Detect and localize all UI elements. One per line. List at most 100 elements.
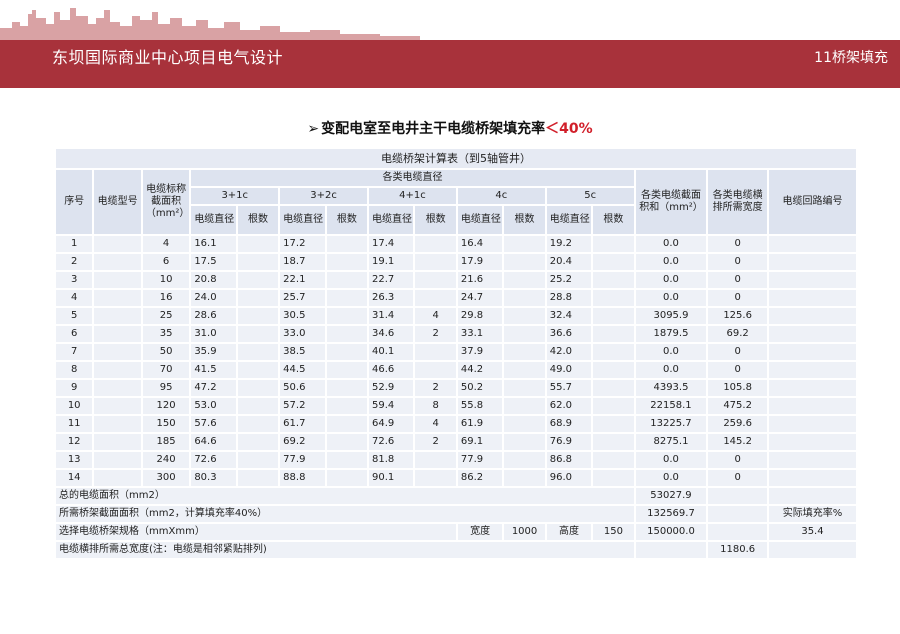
row-circuit xyxy=(768,254,856,270)
row-sum: 0.0 xyxy=(635,344,707,360)
row-diam-5c: 96.0 xyxy=(546,470,592,486)
row-width: 475.2 xyxy=(708,398,767,414)
row-count-5c xyxy=(593,470,634,486)
row-count-3p1c xyxy=(237,236,279,252)
empty-cell xyxy=(768,542,856,558)
row-diam-4p1c: 17.4 xyxy=(369,236,414,252)
row-circuit xyxy=(768,452,856,468)
row-area: 95 xyxy=(142,380,190,396)
row-diam-3p2c: 25.7 xyxy=(280,290,325,306)
row-width: 0 xyxy=(708,272,767,288)
row-count-4p1c xyxy=(415,236,456,252)
row-diam-4c: 21.6 xyxy=(457,272,503,288)
row-diam-4p1c: 40.1 xyxy=(369,344,414,360)
row-circuit xyxy=(768,290,856,306)
header-sub-count: 根数 xyxy=(326,206,368,234)
row-diam-4p1c: 72.6 xyxy=(369,434,414,450)
row-count-4c xyxy=(504,308,545,324)
row-diam-3p1c: 28.6 xyxy=(191,308,236,324)
row-diam-4c: 17.9 xyxy=(457,254,503,270)
row-seq: 10 xyxy=(56,398,93,414)
row-count-4p1c: 4 xyxy=(415,308,456,324)
table-row: 5 25 28.6 30.5 31.4 4 29.8 32.4 3095.9 125.6 xyxy=(56,308,856,324)
row-diam-5c: 49.0 xyxy=(546,362,592,378)
row-count-5c xyxy=(593,254,634,270)
summary-total-width-label: 电缆横排所需总宽度(注：电缆是相邻紧贴排列) xyxy=(56,542,634,558)
summary-required-area-label: 所需桥架截面面积（mm2，计算填充率40%） xyxy=(56,506,634,522)
row-diam-4c: 24.7 xyxy=(457,290,503,306)
row-width: 125.6 xyxy=(708,308,767,324)
row-area: 16 xyxy=(142,290,190,306)
row-count-5c xyxy=(593,326,634,342)
row-area: 10 xyxy=(142,272,190,288)
row-area: 70 xyxy=(142,362,190,378)
header-area: 电缆标称截面积（mm²） xyxy=(142,170,190,234)
row-diam-3p1c: 53.0 xyxy=(191,398,236,414)
row-area: 120 xyxy=(142,398,190,414)
row-count-3p2c xyxy=(326,434,368,450)
row-count-3p2c xyxy=(326,272,368,288)
row-model xyxy=(94,236,141,252)
cable-tray-table: 电缆桥架计算表（到5轴管井） 序号 电缆型号 电缆标称截面积（mm²） 各类电缆… xyxy=(54,147,858,560)
row-diam-4c: 55.8 xyxy=(457,398,503,414)
row-width: 0 xyxy=(708,254,767,270)
row-count-3p1c xyxy=(237,470,279,486)
empty-cell xyxy=(708,506,767,522)
row-count-4p1c xyxy=(415,290,456,306)
row-count-3p2c xyxy=(326,326,368,342)
row-count-4p1c: 4 xyxy=(415,416,456,432)
row-diam-5c: 55.7 xyxy=(546,380,592,396)
row-model xyxy=(94,452,141,468)
row-diam-5c: 42.0 xyxy=(546,344,592,360)
row-count-4p1c: 8 xyxy=(415,398,456,414)
row-sum: 22158.1 xyxy=(635,398,707,414)
row-diam-4p1c: 22.7 xyxy=(369,272,414,288)
row-diam-4p1c: 31.4 xyxy=(369,308,414,324)
row-seq: 1 xyxy=(56,236,93,252)
row-diam-3p2c: 88.8 xyxy=(280,470,325,486)
table-row: 7 50 35.9 38.5 40.1 37.9 42.0 0.0 0 xyxy=(56,344,856,360)
row-count-4c xyxy=(504,380,545,396)
row-diam-3p1c: 24.0 xyxy=(191,290,236,306)
row-area: 240 xyxy=(142,452,190,468)
row-diam-4p1c: 59.4 xyxy=(369,398,414,414)
header-group-4c: 4c xyxy=(457,188,545,204)
row-count-4c xyxy=(504,272,545,288)
row-area: 25 xyxy=(142,308,190,324)
row-count-5c xyxy=(593,308,634,324)
row-diam-3p2c: 30.5 xyxy=(280,308,325,324)
table-row: 3 10 20.8 22.1 22.7 21.6 25.2 0.0 0 xyxy=(56,272,856,288)
header-width: 各类电缆横排所需宽度 xyxy=(708,170,767,234)
empty-cell xyxy=(635,542,707,558)
row-diam-3p2c: 69.2 xyxy=(280,434,325,450)
row-diam-3p1c: 31.0 xyxy=(191,326,236,342)
row-circuit xyxy=(768,398,856,414)
heading-text: 变配电室至电井主干电缆桥架填充率 xyxy=(321,121,546,137)
row-model xyxy=(94,470,141,486)
row-count-3p1c xyxy=(237,326,279,342)
row-diam-3p1c: 57.6 xyxy=(191,416,236,432)
row-area: 150 xyxy=(142,416,190,432)
row-diam-4p1c: 64.9 xyxy=(369,416,414,432)
row-diam-4p1c: 90.1 xyxy=(369,470,414,486)
row-diam-3p2c: 77.9 xyxy=(280,452,325,468)
row-diam-3p1c: 72.6 xyxy=(191,452,236,468)
row-count-4c xyxy=(504,434,545,450)
row-circuit xyxy=(768,470,856,486)
row-diam-3p1c: 47.2 xyxy=(191,380,236,396)
row-diam-3p2c: 22.1 xyxy=(280,272,325,288)
table-row: 10 120 53.0 57.2 59.4 8 55.8 62.0 22158.1 475.2 xyxy=(56,398,856,414)
row-count-3p2c xyxy=(326,308,368,324)
row-count-5c xyxy=(593,272,634,288)
row-sum: 0.0 xyxy=(635,254,707,270)
row-count-3p2c xyxy=(326,452,368,468)
table-row: 1 4 16.1 17.2 17.4 16.4 19.2 0.0 0 xyxy=(56,236,856,252)
table-row: 9 95 47.2 50.6 52.9 2 50.2 55.7 4393.5 105.8 xyxy=(56,380,856,396)
row-count-5c xyxy=(593,398,634,414)
row-count-4p1c xyxy=(415,254,456,270)
row-count-4p1c: 2 xyxy=(415,326,456,342)
row-sum: 4393.5 xyxy=(635,380,707,396)
header-sub-count: 根数 xyxy=(504,206,545,234)
header-group-3p2c: 3+2c xyxy=(280,188,368,204)
row-diam-4c: 33.1 xyxy=(457,326,503,342)
